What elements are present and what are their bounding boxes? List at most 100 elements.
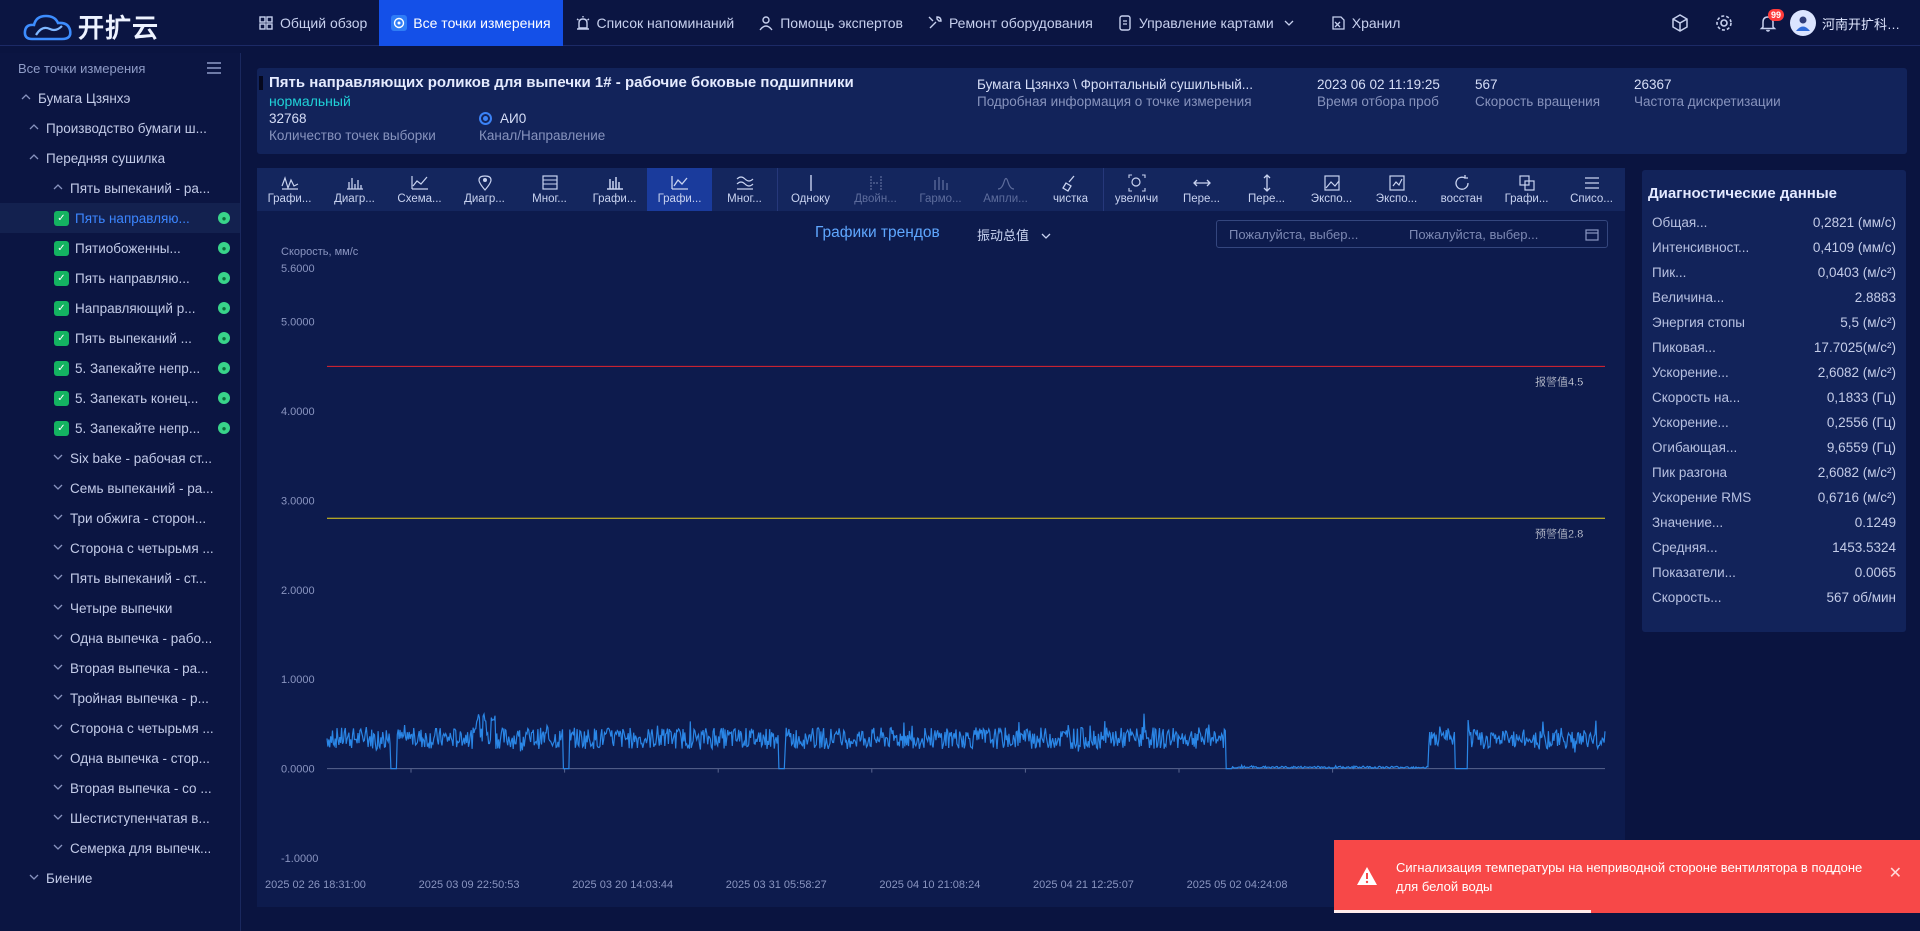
tree-node[interactable]: Семерка для выпечк... bbox=[0, 833, 240, 863]
diagnostic-row: Энергия стопы 5,5 (м/с²) bbox=[1642, 310, 1906, 335]
toolbar-button-trend[interactable]: Графи... bbox=[647, 168, 712, 211]
toolbar-button-single-cursor[interactable]: Одноку bbox=[778, 168, 843, 211]
settings-button[interactable] bbox=[1702, 0, 1746, 46]
diagnostic-label: Величина... bbox=[1652, 290, 1725, 305]
toolbar-button-export-data[interactable]: Экспо... bbox=[1364, 168, 1429, 211]
toolbar-button-vertical-move[interactable]: Пере... bbox=[1234, 168, 1299, 211]
nav-item-1[interactable]: Все точки измерения bbox=[379, 0, 563, 46]
nav-item-2[interactable]: Список напоминаний bbox=[563, 0, 747, 46]
channel-radio[interactable] bbox=[479, 112, 492, 125]
chevron-up-icon[interactable] bbox=[52, 183, 64, 194]
chevron-down-icon[interactable] bbox=[52, 723, 64, 734]
tree-node[interactable]: Одна выпечка - рабо... bbox=[0, 623, 240, 653]
toolbar-button-list[interactable]: Списо... bbox=[1559, 168, 1624, 211]
tree-node-label: Пять выпеканий - ра... bbox=[70, 180, 211, 196]
measurement-point-item[interactable]: ✓ 5. Запекать конец... ● bbox=[0, 383, 240, 413]
tree-node[interactable]: Вторая выпечка - ра... bbox=[0, 653, 240, 683]
chevron-up-icon[interactable] bbox=[28, 153, 40, 164]
date-start-input[interactable]: Пожалуйста, выбер... bbox=[1217, 227, 1397, 242]
tree-node[interactable]: Сторона с четырьмя ... bbox=[0, 713, 240, 743]
tree-node[interactable]: Сторона с четырьмя ... bbox=[0, 533, 240, 563]
app-logo[interactable]: 开扩云 bbox=[22, 8, 159, 45]
measurement-point-item[interactable]: ✓ Пять направляю... ● bbox=[0, 263, 240, 293]
restore-icon bbox=[1453, 174, 1471, 192]
measurement-point-item[interactable]: ✓ Пять направляю... ● bbox=[0, 203, 240, 233]
toolbar-button-waveform[interactable]: Графи... bbox=[257, 168, 322, 211]
chevron-down-icon[interactable] bbox=[52, 693, 64, 704]
measurement-point-item[interactable]: ✓ 5. Запекайте непр... ● bbox=[0, 353, 240, 383]
chevron-down-icon[interactable] bbox=[28, 873, 40, 884]
metric-select[interactable]: 振动总值 bbox=[977, 225, 1051, 244]
user-menu[interactable]: 河南开扩科… bbox=[1789, 10, 1920, 36]
toolbar-button-broom[interactable]: чистка bbox=[1038, 168, 1103, 211]
tree-node[interactable]: Три обжига - сторон... bbox=[0, 503, 240, 533]
toolbar-button-export-image[interactable]: Экспо... bbox=[1299, 168, 1364, 211]
toolbar-button-label: чистка bbox=[1052, 193, 1089, 205]
nav-item-3[interactable]: Помощь экспертов bbox=[746, 0, 915, 46]
date-range-picker[interactable]: Пожалуйста, выбер... Пожалуйста, выбер..… bbox=[1216, 220, 1608, 248]
chevron-down-icon[interactable] bbox=[52, 483, 64, 494]
tree-node[interactable]: Передняя сушилка bbox=[0, 143, 240, 173]
tree-node[interactable]: Бумага Цзянхэ bbox=[0, 83, 240, 113]
trend-chart[interactable]: Скорость, мм/с 5.6000 5.0000 4.0000 3.0000 2.… bbox=[257, 211, 1625, 907]
tree-node[interactable]: Одна выпечка - стор... bbox=[0, 743, 240, 773]
chevron-down-icon[interactable] bbox=[52, 813, 64, 824]
tree-node[interactable]: Вторая выпечка - со ... bbox=[0, 773, 240, 803]
tree-node[interactable]: Семь выпеканий - ра... bbox=[0, 473, 240, 503]
cube-button[interactable] bbox=[1658, 0, 1702, 46]
notifications-button[interactable]: 99 bbox=[1746, 0, 1790, 46]
threshold-label: 预警值2.8 bbox=[1535, 526, 1583, 540]
toolbar-button-amplitude[interactable]: Ампли... bbox=[973, 168, 1038, 211]
measurement-tree: Бумага Цзянхэ Производство бумаги ш... Пер… bbox=[0, 83, 240, 893]
chevron-down-icon[interactable] bbox=[52, 843, 64, 854]
menu-collapse-icon[interactable] bbox=[206, 62, 222, 74]
measurement-point-item[interactable]: ✓ 5. Запекайте непр... ● bbox=[0, 413, 240, 443]
chevron-down-icon[interactable] bbox=[52, 453, 64, 464]
tree-node[interactable]: Six bake - рабочая ст... bbox=[0, 443, 240, 473]
toolbar-button-harmonic[interactable]: Гармо... bbox=[908, 168, 973, 211]
measurement-point-item[interactable]: ✓ Пять выпеканий ... ● bbox=[0, 323, 240, 353]
toolbar-button-restore[interactable]: восстан bbox=[1429, 168, 1494, 211]
tree-node[interactable]: Пять выпеканий - ст... bbox=[0, 563, 240, 593]
x-tick-label: 2025 03 31 05:58:27 bbox=[726, 879, 827, 891]
toolbar-button-spectrum[interactable]: Диагр... bbox=[322, 168, 387, 211]
chevron-down-icon[interactable] bbox=[52, 573, 64, 584]
toolbar-button-horizontal-move[interactable]: Пере... bbox=[1169, 168, 1234, 211]
toolbar-button-zoom[interactable]: увеличи bbox=[1104, 168, 1169, 211]
nav-item-6[interactable]: Хранил bbox=[1306, 0, 1413, 46]
toolbar-button-multi-wave[interactable]: Мног... bbox=[712, 168, 777, 211]
alarm-toast[interactable]: Сигнализация температуры на неприводной … bbox=[1334, 840, 1920, 913]
tree-node[interactable]: Пять выпеканий - ра... bbox=[0, 173, 240, 203]
chevron-down-icon[interactable] bbox=[52, 543, 64, 554]
nav-item-5[interactable]: Управление картами bbox=[1105, 0, 1306, 46]
chevron-up-icon[interactable] bbox=[20, 93, 32, 104]
chevron-down-icon[interactable] bbox=[52, 783, 64, 794]
date-end-input[interactable]: Пожалуйста, выбер... bbox=[1397, 227, 1577, 242]
tree-node[interactable]: Шестиступенчатая в... bbox=[0, 803, 240, 833]
chevron-down-icon[interactable] bbox=[52, 513, 64, 524]
nav-item-4[interactable]: Ремонт оборудования bbox=[915, 0, 1105, 46]
close-icon[interactable]: ✕ bbox=[1889, 864, 1902, 883]
chevron-down-icon[interactable] bbox=[52, 753, 64, 764]
tree-node[interactable]: Производство бумаги ш... bbox=[0, 113, 240, 143]
toolbar-button-diagram[interactable]: Схема... bbox=[387, 168, 452, 211]
measurement-point-item[interactable]: ✓ Пятиобоженны... ● bbox=[0, 233, 240, 263]
toolbar-button-multi-chart[interactable]: Мног... bbox=[517, 168, 582, 211]
chevron-down-icon[interactable] bbox=[52, 663, 64, 674]
chevron-down-icon[interactable] bbox=[52, 633, 64, 644]
sampling-frequency-value: 26367 bbox=[1634, 77, 1672, 92]
channel-field[interactable]: АИ0 Канал/Направление bbox=[479, 111, 605, 143]
toolbar-button-overlay[interactable]: Графи... bbox=[1494, 168, 1559, 211]
tree-node[interactable]: Четыре выпечки bbox=[0, 593, 240, 623]
tree-node[interactable]: Биение bbox=[0, 863, 240, 893]
nav-item-label: Общий обзор bbox=[280, 15, 368, 31]
calendar-button[interactable] bbox=[1577, 228, 1607, 241]
chevron-up-icon[interactable] bbox=[28, 123, 40, 134]
tree-node[interactable]: Тройная выпечка - р... bbox=[0, 683, 240, 713]
toolbar-button-double-cursor[interactable]: Двойн... bbox=[843, 168, 908, 211]
measurement-point-item[interactable]: ✓ Направляющий р... ● bbox=[0, 293, 240, 323]
toolbar-button-location[interactable]: Диагр... bbox=[452, 168, 517, 211]
nav-item-0[interactable]: Общий обзор bbox=[246, 0, 379, 46]
toolbar-button-bar-chart[interactable]: Графи... bbox=[582, 168, 647, 211]
chevron-down-icon[interactable] bbox=[52, 603, 64, 614]
